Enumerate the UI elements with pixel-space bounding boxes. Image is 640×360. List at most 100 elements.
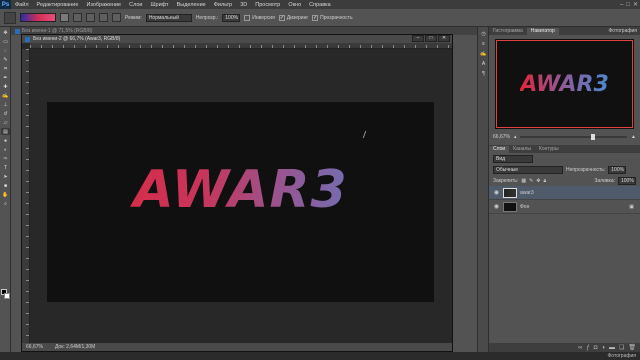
gradient-tool-icon[interactable] xyxy=(4,11,16,24)
navigator-view-frame[interactable] xyxy=(496,40,633,128)
blur-tool-icon[interactable]: ● xyxy=(1,137,10,144)
menu-3d[interactable]: 3D xyxy=(236,2,251,8)
workspace-switch[interactable]: Фотография xyxy=(608,353,637,359)
image-canvas[interactable]: AWAR3 xyxy=(47,102,434,302)
workspace-label[interactable]: Фотография xyxy=(609,28,638,34)
new-layer-icon[interactable]: ❏ xyxy=(619,344,624,351)
vertical-ruler[interactable] xyxy=(22,49,30,343)
layers-footer: ∞ ƒ ◘ ◑ ▬ ❏ 🗑︎ xyxy=(489,343,640,352)
doc-maximize-button[interactable]: □ xyxy=(425,35,437,42)
eyedropper-tool-icon[interactable]: ✒ xyxy=(1,74,10,81)
type-tool-icon[interactable]: T xyxy=(1,164,10,171)
zoom-level[interactable]: 66,67% xyxy=(26,344,43,350)
crop-tool-icon[interactable]: ⌗ xyxy=(1,65,10,72)
visibility-eye-icon[interactable]: ◉ xyxy=(493,189,500,196)
brush-tool-icon[interactable]: ✍ xyxy=(1,92,10,99)
mask-icon[interactable]: ◘ xyxy=(594,345,598,351)
quick-select-tool-icon[interactable]: ✎ xyxy=(1,56,10,63)
lasso-tool-icon[interactable]: ◌ xyxy=(1,47,10,54)
menu-view[interactable]: Просмотр xyxy=(251,2,284,8)
menu-file[interactable]: Файл xyxy=(11,2,33,8)
menu-image[interactable]: Изображение xyxy=(82,2,125,8)
mode-select[interactable]: Нормальный xyxy=(145,13,192,22)
visibility-eye-icon[interactable]: ◉ xyxy=(493,203,500,210)
pen-tool-icon[interactable]: ✑ xyxy=(1,155,10,162)
blend-mode-select[interactable]: Обычные xyxy=(493,165,563,174)
lock-all-icon[interactable]: 🔒︎ xyxy=(543,178,546,184)
transparency-label: Прозрачность xyxy=(320,14,353,21)
layer-fill-input[interactable]: 100% xyxy=(618,176,636,185)
lock-brush-icon[interactable]: ✎ xyxy=(529,178,533,184)
trash-icon[interactable]: 🗑︎ xyxy=(628,344,636,351)
hand-tool-icon[interactable]: ✋ xyxy=(1,191,10,198)
tab-layers[interactable]: Слои xyxy=(489,146,510,153)
folder-icon[interactable]: ▬ xyxy=(609,345,615,351)
menu-layers[interactable]: Слои xyxy=(125,2,146,8)
menu-window[interactable]: Окно xyxy=(284,2,305,8)
tab-histogram[interactable]: Гистограмма xyxy=(489,28,527,35)
opacity-input[interactable]: 100% xyxy=(222,13,241,22)
adjust-icon[interactable]: ◑ xyxy=(601,345,605,351)
zoom-in-icon[interactable]: ▲ xyxy=(631,134,636,140)
layer-opacity-input[interactable]: 100% xyxy=(608,165,627,174)
navigator-zoom-value[interactable]: 66,67% xyxy=(493,134,510,140)
collapsed-panels-dock: ◷ ≡ ✍ A ¶ xyxy=(477,27,489,352)
history-brush-icon[interactable]: ↺ xyxy=(1,110,10,117)
gradient-tool-icon[interactable]: ▤ xyxy=(1,128,10,135)
invert-label: Инверсия xyxy=(252,14,275,21)
history-panel-icon[interactable]: ◷ xyxy=(479,30,488,37)
eraser-tool-icon[interactable]: ▱ xyxy=(1,119,10,126)
background-color-swatch[interactable] xyxy=(4,293,10,299)
menu-filter[interactable]: Фильтр xyxy=(210,2,236,8)
close-button[interactable]: ✕ xyxy=(633,1,638,8)
menu-select[interactable]: Выделение xyxy=(173,2,210,8)
layer-row[interactable]: ◉ awar3 xyxy=(489,186,640,200)
dither-checkbox[interactable]: ✓ Дизеринг xyxy=(278,14,308,21)
menu-help[interactable]: Справка xyxy=(305,2,335,8)
character-panel-icon[interactable]: A xyxy=(479,60,488,67)
doc-minimize-button[interactable]: – xyxy=(412,35,424,42)
lock-move-icon[interactable]: ✥ xyxy=(536,178,540,184)
lock-pixels-icon[interactable]: ▦ xyxy=(521,178,526,184)
angle-gradient-button[interactable] xyxy=(86,13,95,22)
tab-channels[interactable]: Каналы xyxy=(509,146,535,153)
paragraph-panel-icon[interactable]: ¶ xyxy=(479,70,488,77)
doc-close-button[interactable]: ✕ xyxy=(438,35,450,42)
minimize-button[interactable]: – xyxy=(620,2,623,8)
navigator-preview[interactable]: AWAR3 xyxy=(495,39,634,129)
dodge-tool-icon[interactable]: ◐ xyxy=(1,146,10,153)
lock-label: Закрепить: xyxy=(493,177,519,184)
marquee-tool-icon[interactable]: ▭ xyxy=(1,38,10,45)
tab-navigator[interactable]: Навигатор xyxy=(526,28,559,35)
diamond-gradient-button[interactable] xyxy=(112,13,121,22)
canvas-workspace[interactable]: AWAR3 xyxy=(30,49,452,343)
maximize-button[interactable]: □ xyxy=(626,2,630,8)
layer-filter-select[interactable]: Вид xyxy=(493,154,533,163)
brush-panel-icon[interactable]: ✍ xyxy=(479,50,488,57)
gradient-picker[interactable] xyxy=(20,13,56,22)
menu-type[interactable]: Шрифт xyxy=(146,2,172,8)
link-icon[interactable]: ∞ xyxy=(578,345,582,351)
linear-gradient-button[interactable] xyxy=(60,13,69,22)
path-select-tool-icon[interactable]: ➤ xyxy=(1,173,10,180)
document-window-title: Без имени-2 @ 66,7% (Awar3, RGB/8) xyxy=(33,36,121,42)
zoom-tool-icon[interactable]: ⌕ xyxy=(1,200,10,207)
shape-tool-icon[interactable]: ■ xyxy=(1,182,10,189)
layer-row[interactable]: ◉ Фон ▣ xyxy=(489,200,640,214)
transparency-checkbox[interactable]: ✓ Прозрачность xyxy=(312,14,353,21)
move-tool-icon[interactable]: ✥ xyxy=(1,29,10,36)
reflected-gradient-button[interactable] xyxy=(99,13,108,22)
invert-checkbox[interactable]: Инверсия xyxy=(244,14,275,21)
radial-gradient-button[interactable] xyxy=(73,13,82,22)
properties-panel-icon[interactable]: ≡ xyxy=(479,40,488,47)
healing-tool-icon[interactable]: ✚ xyxy=(1,83,10,90)
document-window-titlebar[interactable]: Без имени-2 @ 66,7% (Awar3, RGB/8) – □ ✕ xyxy=(22,35,452,43)
zoom-slider-knob[interactable] xyxy=(590,134,595,140)
tab-paths[interactable]: Контуры xyxy=(535,146,563,153)
canvas-text-awar3: AWAR3 xyxy=(47,160,434,220)
menu-edit[interactable]: Редактирование xyxy=(33,2,83,8)
stamp-tool-icon[interactable]: ⊥ xyxy=(1,101,10,108)
navigator-zoom-slider[interactable] xyxy=(520,134,628,140)
zoom-out-icon[interactable]: ▴ xyxy=(514,134,517,140)
fx-icon[interactable]: ƒ xyxy=(586,345,589,351)
